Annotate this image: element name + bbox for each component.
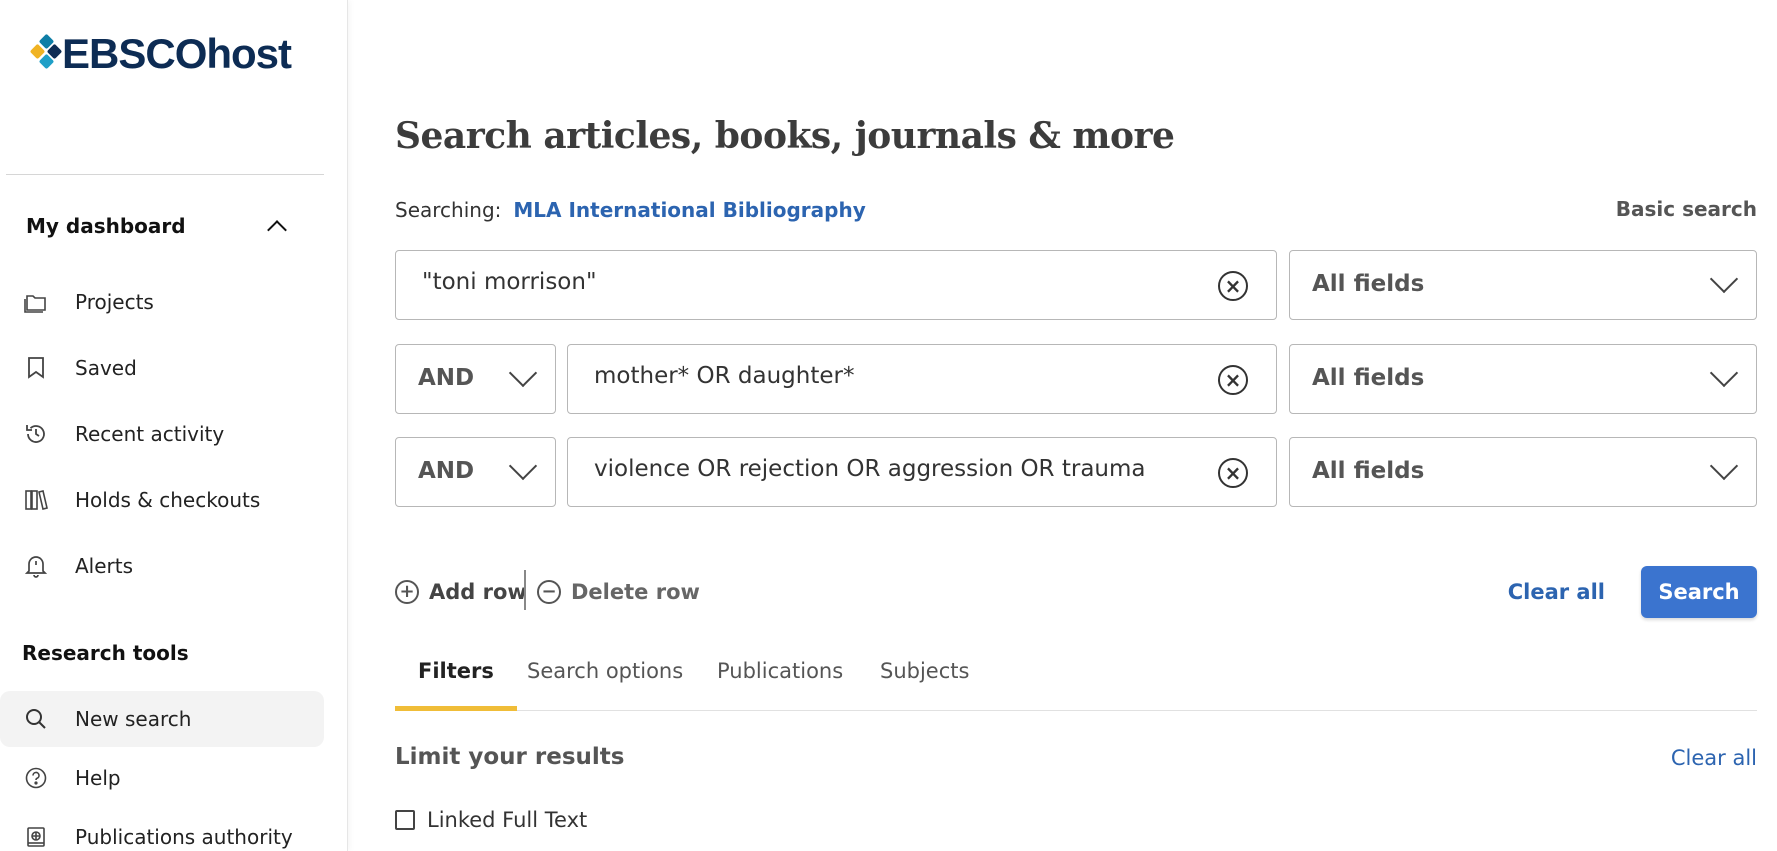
basic-search-link[interactable]: Basic search — [1616, 197, 1757, 221]
add-row-button[interactable]: + Add row — [395, 566, 527, 618]
sidebar-item-saved[interactable]: Saved — [0, 340, 324, 396]
sidebar-item-projects[interactable]: Projects — [0, 274, 324, 330]
search-term-input[interactable]: "toni morrison" × — [395, 250, 1277, 320]
search-term-input[interactable]: violence OR rejection OR aggression OR t… — [567, 437, 1277, 507]
sidebar-item-label: Alerts — [75, 554, 134, 578]
sidebar-item-help[interactable]: Help — [0, 750, 324, 806]
sidebar-item-holds-checkouts[interactable]: Holds & checkouts — [0, 472, 324, 528]
limit-results-title: Limit your results — [395, 744, 625, 770]
searching-database: Searching: MLA International Bibliograph… — [395, 198, 866, 222]
action-divider — [524, 570, 526, 610]
field-select-value: All fields — [1312, 365, 1425, 391]
search-icon — [24, 707, 48, 731]
search-tabs: Filters Search options Publications Subj… — [395, 650, 1757, 711]
sidebar-item-label: New search — [75, 707, 192, 731]
search-actions: + Add row − Delete row Clear all Search — [395, 566, 1757, 618]
field-select-value: All fields — [1312, 458, 1425, 484]
chevron-down-icon — [508, 451, 538, 481]
bell-icon — [24, 554, 48, 578]
field-select[interactable]: All fields — [1289, 344, 1757, 414]
tab-search-options[interactable]: Search options — [527, 650, 683, 711]
operator-select-value: AND — [418, 365, 475, 391]
sidebar-divider — [6, 174, 324, 175]
plus-circle-icon: + — [395, 580, 419, 604]
clear-term-icon[interactable]: × — [1218, 365, 1248, 395]
chevron-down-icon — [1709, 264, 1739, 294]
field-select-value: All fields — [1312, 271, 1425, 297]
ebscohost-logo[interactable]: EBSCOhost — [29, 30, 292, 78]
logo-text: EBSCOhost — [62, 30, 292, 77]
research-tools-title: Research tools — [22, 641, 189, 665]
my-dashboard-toggle[interactable]: My dashboard — [26, 210, 296, 242]
search-term-text: mother* OR daughter* — [594, 363, 855, 389]
linked-full-text-checkbox[interactable] — [395, 810, 415, 830]
chevron-up-icon — [267, 220, 287, 240]
delete-row-button[interactable]: − Delete row — [537, 566, 700, 618]
operator-select[interactable]: AND — [395, 437, 556, 507]
minus-circle-icon: − — [537, 580, 561, 604]
searching-label: Searching: — [395, 198, 502, 222]
linked-full-text-option[interactable]: Linked Full Text — [395, 808, 587, 832]
bookmark-icon — [24, 356, 48, 380]
folder-icon — [24, 290, 48, 314]
main-content: Search articles, books, journals & more … — [395, 0, 1757, 851]
sidebar-item-label: Projects — [75, 290, 154, 314]
delete-row-label: Delete row — [571, 580, 700, 604]
sidebar-item-publications-authority[interactable]: Publications authority — [0, 809, 324, 851]
search-term-input[interactable]: mother* OR daughter* × — [567, 344, 1277, 414]
search-term-text: "toni morrison" — [422, 269, 597, 295]
search-button[interactable]: Search — [1641, 566, 1757, 618]
history-icon — [24, 422, 48, 446]
tab-filters[interactable]: Filters — [395, 650, 517, 711]
chevron-down-icon — [508, 358, 538, 388]
chevron-down-icon — [1709, 358, 1739, 388]
linked-full-text-label: Linked Full Text — [427, 808, 588, 832]
add-row-label: Add row — [429, 580, 527, 604]
tab-subjects[interactable]: Subjects — [880, 650, 969, 711]
my-dashboard-title: My dashboard — [26, 214, 186, 238]
page-title: Search articles, books, journals & more — [395, 115, 1175, 157]
clear-term-icon[interactable]: × — [1218, 271, 1248, 301]
sidebar-item-label: Holds & checkouts — [75, 488, 261, 512]
field-select[interactable]: All fields — [1289, 250, 1757, 320]
sidebar-item-recent-activity[interactable]: Recent activity — [0, 406, 324, 462]
logo-mark-icon — [29, 33, 63, 74]
sidebar: EBSCOhost My dashboard Projects Saved Re… — [0, 0, 348, 851]
field-select[interactable]: All fields — [1289, 437, 1757, 507]
search-row: AND violence OR rejection OR aggression … — [395, 437, 1757, 507]
operator-select-value: AND — [418, 458, 475, 484]
chevron-down-icon — [1709, 451, 1739, 481]
operator-select[interactable]: AND — [395, 344, 556, 414]
sidebar-item-label: Saved — [75, 356, 137, 380]
sidebar-item-label: Publications authority — [75, 825, 293, 849]
sidebar-item-new-search[interactable]: New search — [0, 691, 324, 747]
sidebar-item-label: Help — [75, 766, 121, 790]
search-term-text: violence OR rejection OR aggression OR t… — [594, 456, 1146, 482]
books-icon — [24, 488, 48, 512]
search-row: AND mother* OR daughter* × All fields — [395, 344, 1757, 414]
sidebar-item-alerts[interactable]: Alerts — [0, 538, 324, 594]
clear-term-icon[interactable]: × — [1218, 458, 1248, 488]
database-link[interactable]: MLA International Bibliography — [513, 198, 865, 222]
search-row: "toni morrison" × All fields — [395, 250, 1757, 320]
help-icon — [24, 766, 48, 790]
clear-all-button[interactable]: Clear all — [1508, 566, 1605, 618]
tab-publications[interactable]: Publications — [717, 650, 843, 711]
sidebar-item-label: Recent activity — [75, 422, 225, 446]
limit-clear-all-link[interactable]: Clear all — [1671, 746, 1757, 770]
book-globe-icon — [24, 825, 48, 849]
